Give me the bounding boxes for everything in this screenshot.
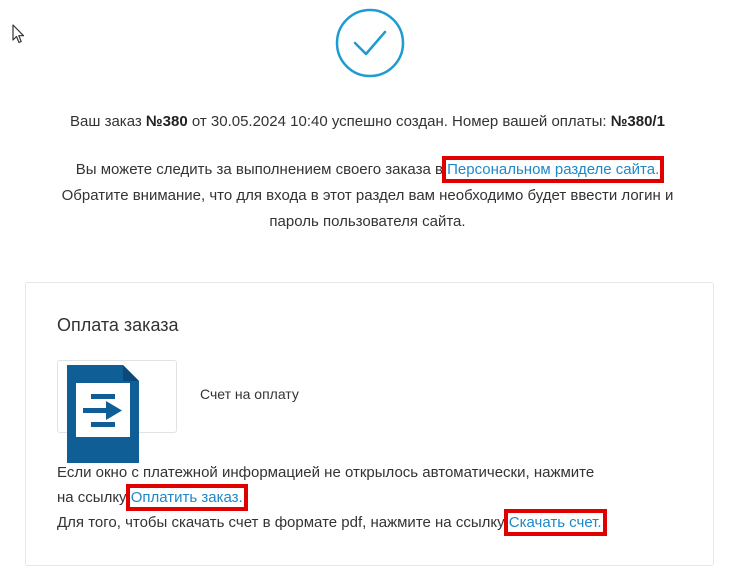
document-arrow-icon — [67, 365, 139, 463]
payment-title: Оплата заказа — [57, 315, 179, 335]
login-notice-line-2: пароль пользователя сайта. — [269, 213, 466, 230]
order-created-message: Ваш заказ №380 от 30.05.2024 10:40 успеш… — [70, 113, 665, 130]
check-circle-icon — [335, 8, 405, 78]
payment-method-label: Счет на оплату — [200, 386, 299, 402]
personal-section-link[interactable]: Персональном разделе сайта. — [442, 156, 665, 183]
payment-info-line-2: на ссылку Оплатить заказ. — [57, 484, 248, 511]
mouse-pointer-icon — [12, 24, 25, 44]
payment-info-line-3: Для того, чтобы скачать счет в формате p… — [57, 509, 607, 536]
payment-info-line-1: Если окно с платежной информацией не отк… — [57, 464, 595, 481]
order-number: №380 — [145, 113, 188, 130]
download-invoice-link[interactable]: Скачать счет. — [503, 509, 607, 536]
pay-order-link[interactable]: Оплатить заказ. — [125, 484, 248, 511]
payment-number: №380/1 — [610, 113, 665, 130]
login-notice-line-1: Обратите внимание, что для входа в этот … — [61, 187, 674, 204]
payment-card: Оплата заказа Счет на оплату Если окно с… — [25, 282, 714, 566]
tracking-message: Вы можете следить за выполнением своего … — [75, 156, 665, 183]
